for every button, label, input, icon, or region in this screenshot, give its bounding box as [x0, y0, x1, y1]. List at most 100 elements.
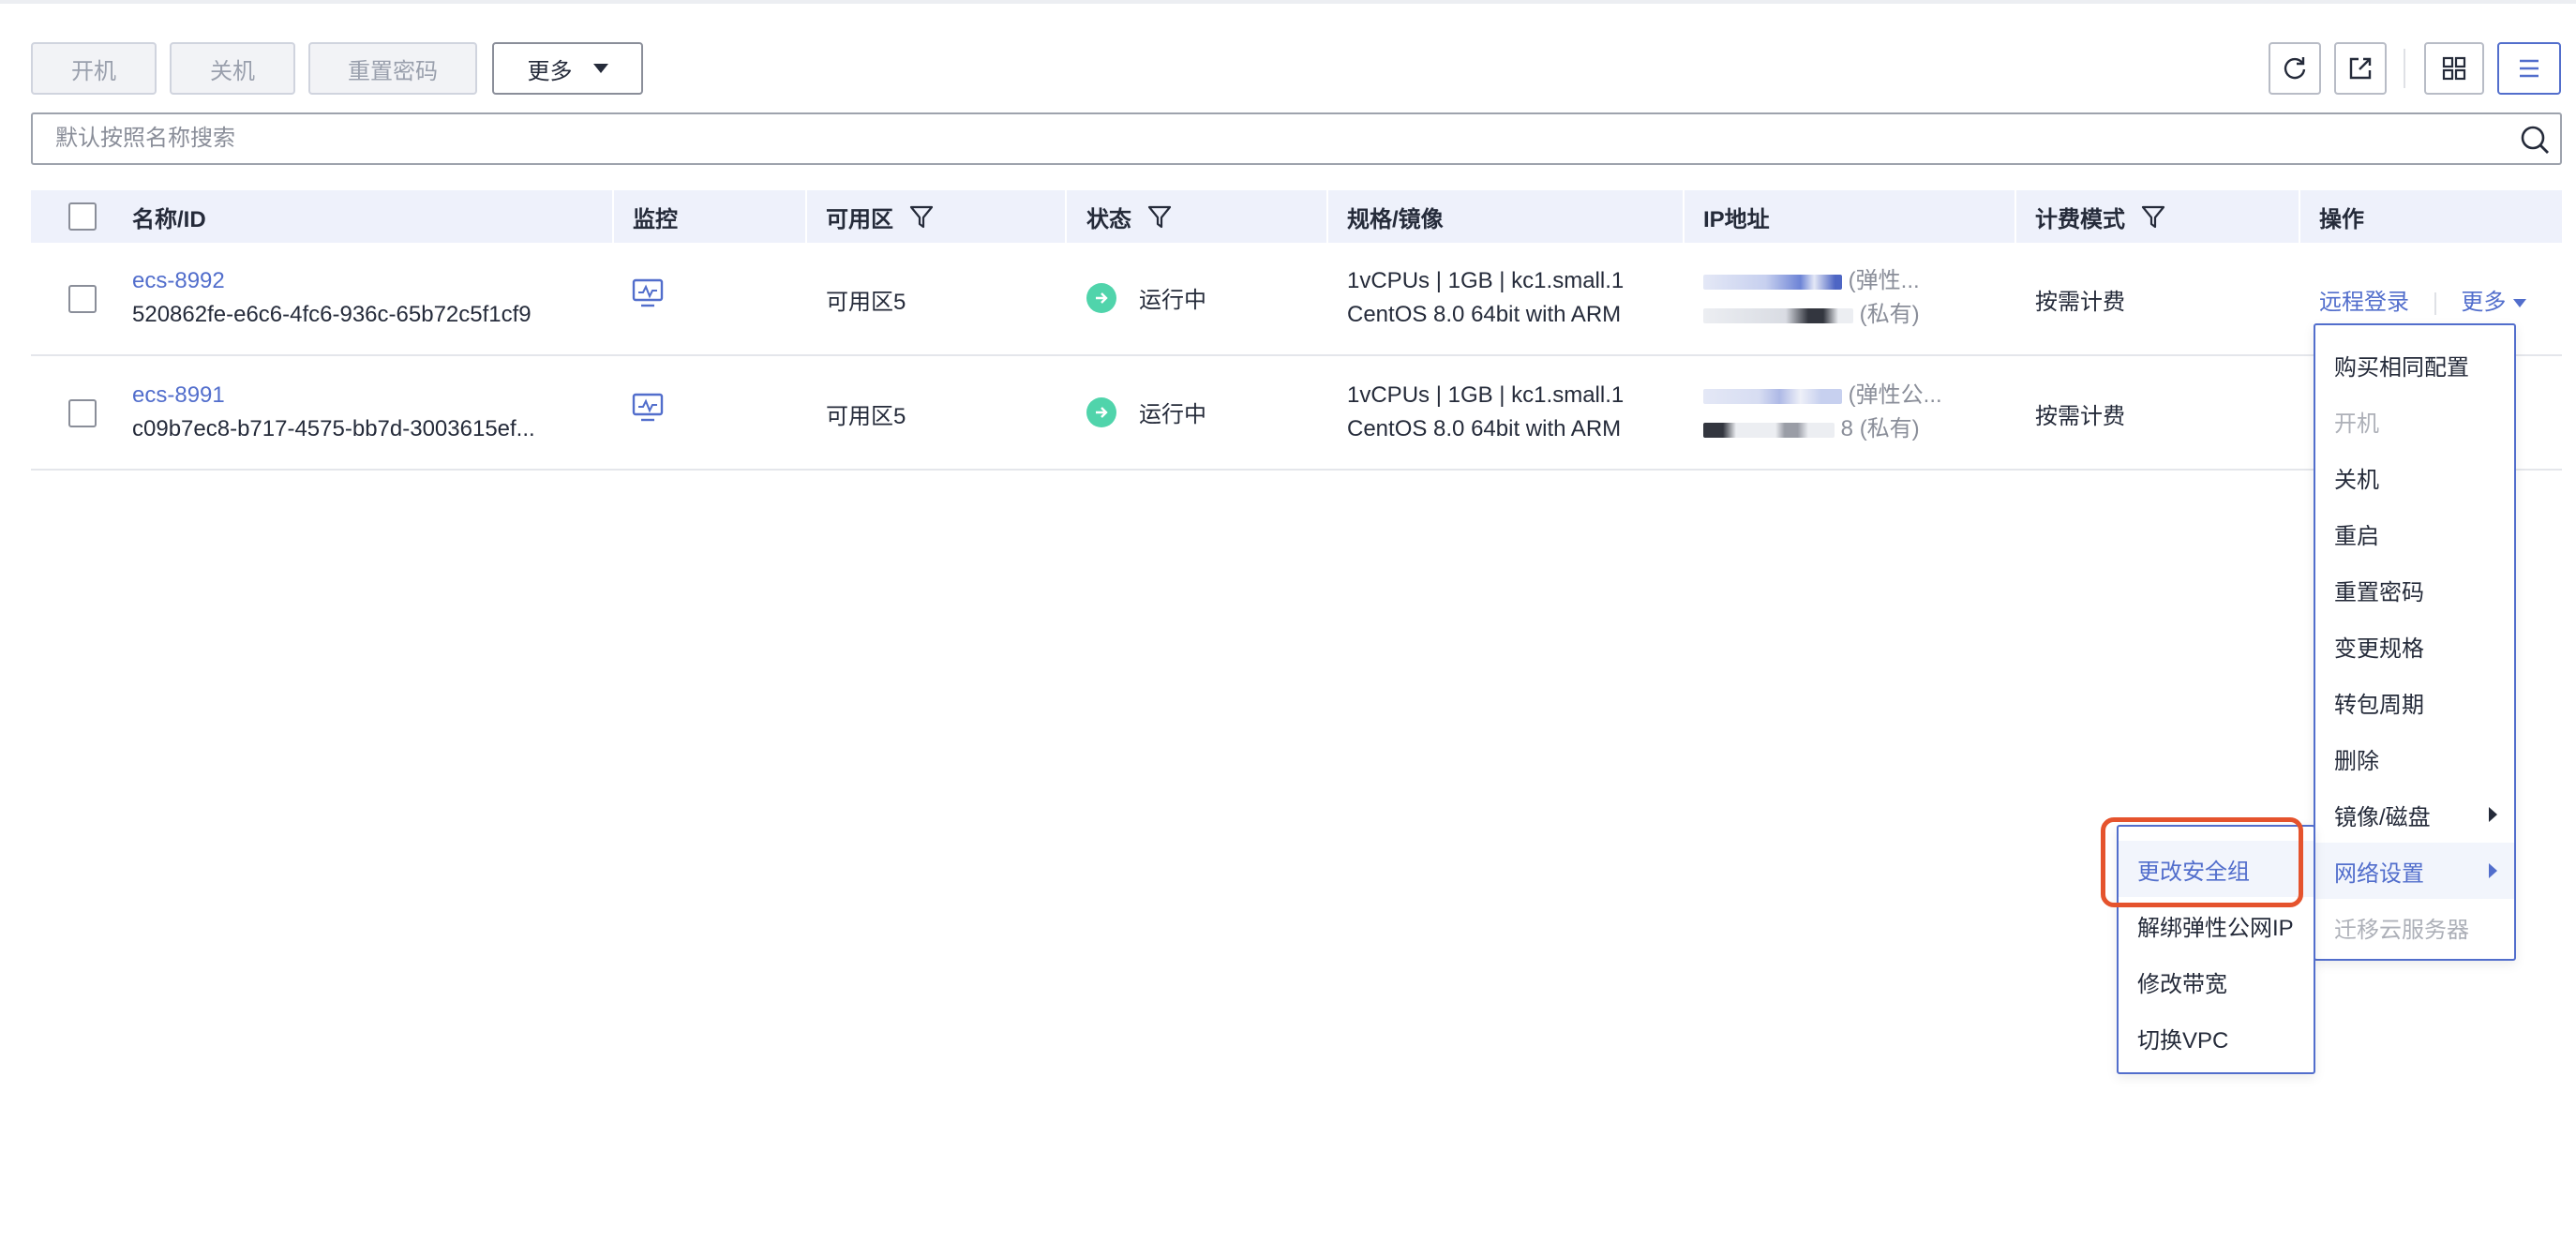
column-divider [1065, 190, 1067, 243]
caret-down-icon [2513, 299, 2527, 308]
menu-item-reset-password[interactable]: 重置密码 [2315, 561, 2514, 618]
server-name-link[interactable]: ecs-8991 [132, 379, 535, 412]
table-row: ecs-8991 c09b7ec8-b717-4575-bb7d-3003615… [31, 358, 2562, 471]
menu-item-image-disk-label: 镜像/磁盘 [2334, 804, 2431, 830]
list-view-icon [2520, 59, 2539, 78]
column-header-actions: 操作 [2319, 206, 2364, 232]
menu-item-change-spec[interactable]: 变更规格 [2315, 618, 2514, 674]
caret-down-icon [592, 64, 608, 73]
column-header-status: 状态 [1086, 190, 1173, 243]
monitor-icon[interactable] [631, 277, 665, 309]
menu-item-migrate-server: 迁移云服务器 [2334, 917, 2469, 943]
public-ip-suffix: (弹性公... [1848, 382, 1942, 408]
export-button[interactable] [2334, 42, 2387, 95]
row-more-label: 更多 [2461, 290, 2507, 315]
column-header-zone: 可用区 [826, 190, 935, 243]
row-checkbox[interactable] [68, 285, 97, 313]
column-divider [1683, 190, 1685, 243]
search-icon[interactable] [2519, 124, 2551, 156]
spec-text: 1vCPUs | 1GB | kc1.small.1 [1347, 382, 1625, 408]
status-indicator: 运行中 [1086, 281, 1206, 314]
highlight-box [2101, 817, 2303, 907]
private-ip-suffix: (私有) [1859, 302, 1920, 327]
more-actions-dropdown[interactable]: 更多 [492, 42, 643, 95]
column-header-ip: IP地址 [1703, 206, 1770, 232]
private-ip: (私有) [1703, 298, 1920, 332]
column-divider [1326, 190, 1328, 243]
column-divider [805, 190, 807, 243]
refresh-icon [2284, 57, 2306, 80]
submenu-arrow-icon [2489, 863, 2497, 878]
grid-view-icon [2442, 56, 2466, 81]
private-ip-suffix: 8 (私有) [1840, 416, 1920, 441]
public-ip-suffix: (弹性... [1848, 268, 1920, 293]
redacted-ip [1703, 388, 1842, 404]
column-divider [612, 190, 614, 243]
list-view-button[interactable] [2497, 42, 2561, 95]
column-header-billing: 计费模式 [2035, 190, 2166, 243]
menu-item-image-disk[interactable]: 镜像/磁盘 [2315, 786, 2514, 843]
row-actions: 远程登录 更多 [2319, 283, 2527, 316]
menu-item-delete[interactable]: 删除 [2315, 730, 2514, 786]
export-icon [2349, 57, 2372, 80]
menu-item-network-settings[interactable]: 网络设置 [2315, 843, 2514, 899]
column-header-monitor: 监控 [633, 206, 678, 232]
action-divider [2434, 292, 2436, 315]
monitor-icon[interactable] [631, 392, 665, 424]
search-input[interactable] [55, 126, 2474, 152]
filter-icon[interactable] [2140, 203, 2166, 230]
submenu-item-modify-bandwidth[interactable]: 修改带宽 [2119, 953, 2314, 1009]
billing-mode: 按需计费 [2035, 404, 2125, 429]
toolbar-divider [2404, 49, 2405, 88]
private-ip: 8 (私有) [1703, 412, 1942, 446]
more-actions-menu: 购买相同配置 开机 关机 重启 重置密码 变更规格 转包周期 删除 镜像/磁盘 … [2314, 323, 2516, 961]
menu-item-start: 开机 [2334, 411, 2379, 437]
more-actions-label: 更多 [527, 58, 573, 84]
select-all-checkbox[interactable] [68, 202, 97, 231]
reset-password-button[interactable]: 重置密码 [308, 42, 477, 95]
start-button[interactable]: 开机 [31, 42, 157, 95]
stop-button[interactable]: 关机 [170, 42, 295, 95]
spec-text: 1vCPUs | 1GB | kc1.small.1 [1347, 268, 1625, 293]
table-row: ecs-8992 520862fe-e6c6-4fc6-936c-65b72c5… [31, 244, 2562, 356]
redacted-ip [1703, 422, 1835, 438]
search-box[interactable] [31, 112, 2562, 165]
filter-icon[interactable] [908, 203, 935, 230]
menu-item-convert-billing[interactable]: 转包周期 [2315, 674, 2514, 730]
column-header-name: 名称/ID [132, 206, 206, 232]
grid-view-button[interactable] [2424, 42, 2484, 95]
row-checkbox[interactable] [68, 399, 97, 427]
status-text: 运行中 [1139, 402, 1206, 427]
redacted-ip [1703, 274, 1842, 290]
redacted-ip [1703, 307, 1853, 323]
status-text: 运行中 [1139, 288, 1206, 313]
running-icon [1086, 396, 1116, 427]
running-icon [1086, 282, 1116, 313]
filter-icon[interactable] [1146, 203, 1173, 230]
refresh-button[interactable] [2269, 42, 2321, 95]
row-more-dropdown[interactable]: 更多 [2461, 290, 2527, 315]
column-divider [2014, 190, 2016, 243]
billing-mode: 按需计费 [2035, 290, 2125, 315]
server-name-link[interactable]: ecs-8992 [132, 264, 532, 298]
menu-item-stop[interactable]: 关机 [2315, 449, 2514, 505]
submenu-item-switch-vpc[interactable]: 切换VPC [2119, 1009, 2314, 1066]
public-ip: (弹性公... [1703, 379, 1942, 412]
submenu-arrow-icon [2489, 807, 2497, 822]
server-id: 520862fe-e6c6-4fc6-936c-65b72c5f1cf9 [132, 302, 532, 327]
column-divider [2299, 190, 2300, 243]
column-header-status-label: 状态 [1086, 206, 1131, 232]
image-text: CentOS 8.0 64bit with ARM [1347, 302, 1622, 327]
menu-item-restart[interactable]: 重启 [2315, 505, 2514, 561]
availability-zone: 可用区5 [826, 290, 906, 315]
status-indicator: 运行中 [1086, 396, 1206, 428]
menu-item-network-settings-label: 网络设置 [2334, 860, 2424, 887]
table-header: 名称/ID 监控 可用区 状态 规格/镜像 IP地址 计费模式 操作 [31, 190, 2562, 243]
remote-login-link[interactable]: 远程登录 [2319, 290, 2409, 315]
column-header-billing-label: 计费模式 [2035, 206, 2125, 232]
availability-zone: 可用区5 [826, 404, 906, 429]
column-header-zone-label: 可用区 [826, 206, 893, 232]
public-ip: (弹性... [1703, 264, 1920, 298]
server-id: c09b7ec8-b717-4575-bb7d-3003615ef... [132, 416, 535, 441]
menu-item-buy-same-config[interactable]: 购买相同配置 [2315, 336, 2514, 393]
